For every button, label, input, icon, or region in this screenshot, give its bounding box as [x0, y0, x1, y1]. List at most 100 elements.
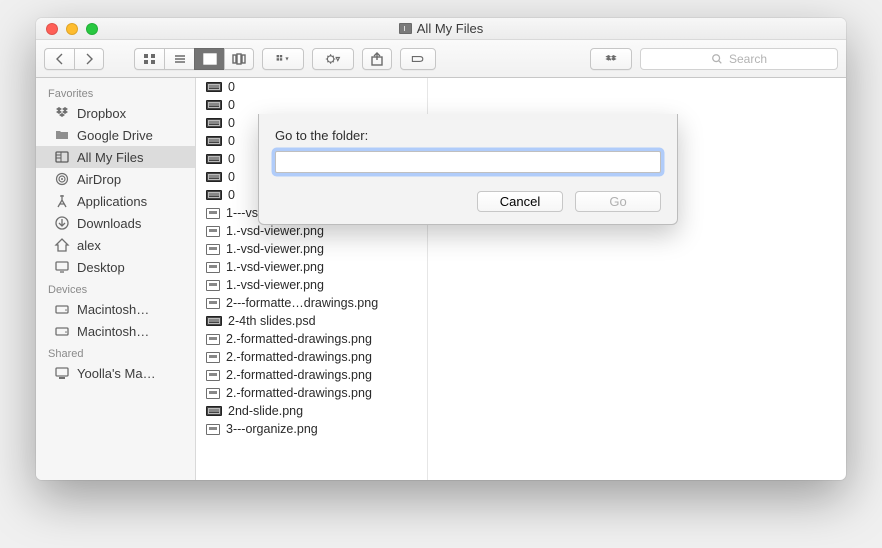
file-row[interactable]: 1.-vsd-viewer.png [196, 258, 427, 276]
sidebar-item-downloads[interactable]: Downloads [36, 212, 195, 234]
file-thumbnail-icon [206, 280, 220, 291]
sidebar-item-label: Dropbox [77, 106, 126, 121]
file-thumbnail-icon [206, 262, 220, 273]
file-thumbnail-icon [206, 388, 220, 399]
file-row[interactable]: 3---organize.png [196, 420, 427, 438]
file-row[interactable]: 1.-vsd-viewer.png [196, 276, 427, 294]
coverflow-view-button[interactable] [224, 48, 254, 70]
folder-path-input[interactable] [275, 151, 661, 173]
file-row[interactable]: 2.-formatted-drawings.png [196, 366, 427, 384]
file-row[interactable]: 0 [196, 96, 427, 114]
view-mode-buttons [134, 48, 254, 70]
apps-icon [54, 193, 70, 209]
window-title: All My Files [36, 21, 846, 36]
go-button[interactable]: Go [575, 191, 661, 212]
file-thumbnail-icon [206, 118, 222, 128]
sidebar-item-macintosh-[interactable]: Macintosh… [36, 298, 195, 320]
tags-button[interactable] [400, 48, 436, 70]
file-name: 2nd-slide.png [228, 404, 303, 418]
sidebar-heading: Shared [36, 342, 195, 362]
file-thumbnail-icon [206, 352, 220, 363]
minimize-window-button[interactable] [66, 23, 78, 35]
finder-window: All My Files Search FavoritesDropboxGoog… [36, 18, 846, 480]
file-name: 2.-formatted-drawings.png [226, 368, 372, 382]
disk-icon [54, 301, 70, 317]
file-thumbnail-icon [206, 244, 220, 255]
window-controls [36, 23, 98, 35]
sidebar-item-dropbox[interactable]: Dropbox [36, 102, 195, 124]
file-name: 0 [228, 188, 235, 202]
dropbox-toolbar-button[interactable] [590, 48, 632, 70]
column-view-button[interactable] [194, 48, 224, 70]
disk-icon [54, 323, 70, 339]
search-icon [711, 53, 723, 65]
sidebar-item-label: Google Drive [77, 128, 153, 143]
sidebar-item-alex[interactable]: alex [36, 234, 195, 256]
toolbar: Search [36, 40, 846, 78]
zoom-window-button[interactable] [86, 23, 98, 35]
share-button[interactable] [362, 48, 392, 70]
file-row[interactable]: 2.-formatted-drawings.png [196, 330, 427, 348]
desktop-icon [54, 259, 70, 275]
computer-icon [54, 365, 70, 381]
file-row[interactable]: 1.-vsd-viewer.png [196, 240, 427, 258]
titlebar: All My Files [36, 18, 846, 40]
close-window-button[interactable] [46, 23, 58, 35]
file-row[interactable]: 2-4th slides.psd [196, 312, 427, 330]
sidebar-item-desktop[interactable]: Desktop [36, 256, 195, 278]
file-name: 1.-vsd-viewer.png [226, 278, 324, 292]
file-row[interactable]: 2.-formatted-drawings.png [196, 384, 427, 402]
file-name: 0 [228, 80, 235, 94]
file-name: 2.-formatted-drawings.png [226, 386, 372, 400]
file-row[interactable]: 2nd-slide.png [196, 402, 427, 420]
file-thumbnail-icon [206, 334, 220, 345]
arrange-button[interactable] [262, 48, 304, 70]
sidebar-heading: Devices [36, 278, 195, 298]
file-thumbnail-icon [206, 424, 220, 435]
allfiles-icon [399, 23, 412, 34]
file-row[interactable]: 2---formatte…drawings.png [196, 294, 427, 312]
file-thumbnail-icon [206, 298, 220, 309]
file-thumbnail-icon [206, 82, 222, 92]
file-name: 1.-vsd-viewer.png [226, 260, 324, 274]
sidebar-item-applications[interactable]: Applications [36, 190, 195, 212]
forward-button[interactable] [74, 48, 104, 70]
action-button[interactable] [312, 48, 354, 70]
folder-icon [54, 127, 70, 143]
sidebar-item-label: AirDrop [77, 172, 121, 187]
file-thumbnail-icon [206, 370, 220, 381]
file-thumbnail-icon [206, 190, 222, 200]
file-thumbnail-icon [206, 226, 220, 237]
file-name: 2---formatte…drawings.png [226, 296, 378, 310]
sidebar-item-yoolla-s-ma-[interactable]: Yoolla's Ma… [36, 362, 195, 384]
search-placeholder: Search [729, 52, 767, 66]
sidebar-item-all-my-files[interactable]: All My Files [36, 146, 195, 168]
airdrop-icon [54, 171, 70, 187]
sidebar-item-macintosh-[interactable]: Macintosh… [36, 320, 195, 342]
dialog-label: Go to the folder: [275, 128, 661, 143]
file-name: 1.-vsd-viewer.png [226, 242, 324, 256]
file-name: 0 [228, 170, 235, 184]
file-thumbnail-icon [206, 208, 220, 219]
sidebar-item-label: Downloads [77, 216, 141, 231]
file-row[interactable]: 2.-formatted-drawings.png [196, 348, 427, 366]
search-field[interactable]: Search [640, 48, 838, 70]
file-name: 2-4th slides.psd [228, 314, 316, 328]
sidebar-item-google-drive[interactable]: Google Drive [36, 124, 195, 146]
nav-buttons [44, 48, 104, 70]
file-name: 2.-formatted-drawings.png [226, 350, 372, 364]
sidebar-item-label: alex [77, 238, 101, 253]
cancel-button[interactable]: Cancel [477, 191, 563, 212]
sidebar: FavoritesDropboxGoogle DriveAll My Files… [36, 78, 196, 480]
file-thumbnail-icon [206, 316, 222, 326]
file-thumbnail-icon [206, 136, 222, 146]
list-view-button[interactable] [164, 48, 194, 70]
sidebar-item-airdrop[interactable]: AirDrop [36, 168, 195, 190]
file-name: 0 [228, 98, 235, 112]
file-row[interactable]: 0 [196, 78, 427, 96]
file-name: 0 [228, 116, 235, 130]
icon-view-button[interactable] [134, 48, 164, 70]
go-to-folder-dialog: Go to the folder: Cancel Go [258, 114, 678, 225]
back-button[interactable] [44, 48, 74, 70]
file-name: 3---organize.png [226, 422, 318, 436]
